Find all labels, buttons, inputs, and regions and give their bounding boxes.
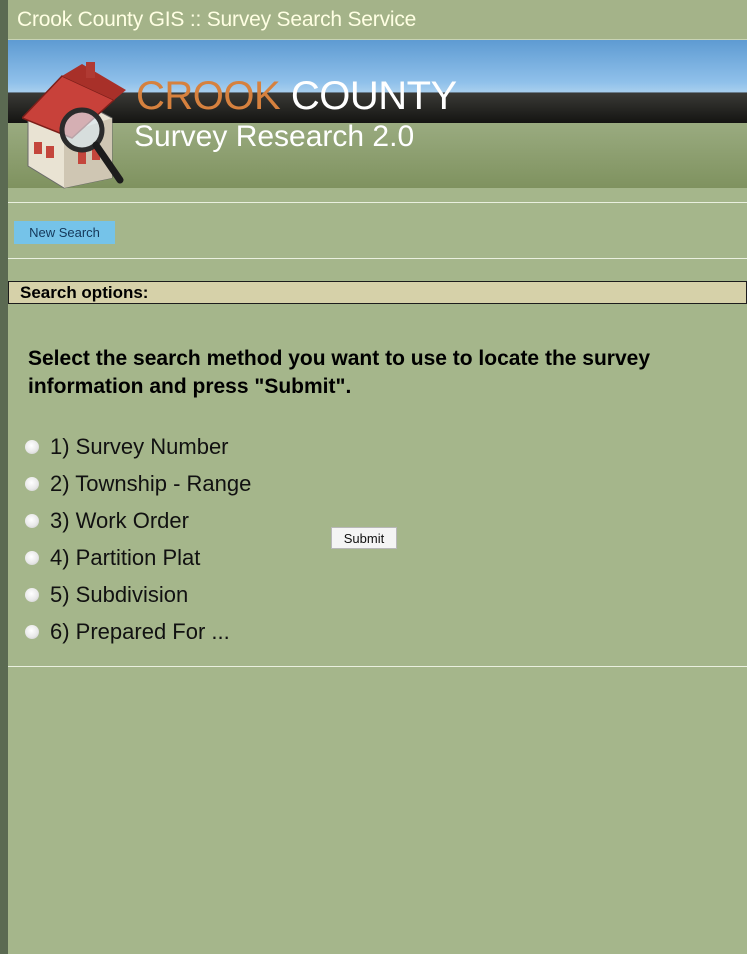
radio-button[interactable] xyxy=(25,439,39,454)
radio-button[interactable] xyxy=(25,587,39,602)
radio-button[interactable] xyxy=(25,624,39,639)
option-label: 4) Partition Plat xyxy=(50,544,201,570)
banner: CROOK COUNTY Survey Research 2.0 xyxy=(8,40,747,189)
title-bar: Crook County GIS :: Survey Search Servic… xyxy=(8,0,747,40)
brand-name: CROOK COUNTY xyxy=(136,76,457,116)
brand-name-crook: CROOK xyxy=(136,74,281,118)
option-label: 2) Township - Range xyxy=(50,470,252,496)
brand-subtitle: Survey Research 2.0 xyxy=(134,120,415,153)
search-options-header: Search options: xyxy=(8,281,747,304)
search-method-options: 1) Survey Number 2) Township - Range 3) … xyxy=(25,428,251,650)
option-prepared-for[interactable]: 6) Prepared For ... xyxy=(25,613,251,650)
divider-top xyxy=(8,202,747,203)
radio-button[interactable] xyxy=(25,476,39,491)
option-township-range[interactable]: 2) Township - Range xyxy=(25,465,251,502)
option-survey-number[interactable]: 1) Survey Number xyxy=(25,428,251,465)
option-label: 5) Subdivision xyxy=(50,581,189,607)
page-panel: Crook County GIS :: Survey Search Servic… xyxy=(8,0,747,954)
search-options-title: Search options: xyxy=(20,282,149,302)
house-with-magnifier-icon xyxy=(22,62,126,189)
option-label: 3) Work Order xyxy=(50,507,189,533)
divider-bottom xyxy=(8,666,747,667)
radio-button[interactable] xyxy=(25,550,39,565)
option-label: 6) Prepared For ... xyxy=(50,618,230,644)
option-partition-plat[interactable]: 4) Partition Plat xyxy=(25,539,251,576)
page-title: Crook County GIS :: Survey Search Servic… xyxy=(17,7,417,31)
option-work-order[interactable]: 3) Work Order xyxy=(25,502,251,539)
new-search-button[interactable]: New Search xyxy=(14,221,115,244)
submit-button[interactable]: Submit xyxy=(331,527,397,549)
option-label: 1) Survey Number xyxy=(50,433,229,459)
brand-name-county: COUNTY xyxy=(290,74,457,118)
divider-toolbar xyxy=(8,258,747,259)
search-instructions: Select the search method you want to use… xyxy=(28,347,651,398)
radio-button[interactable] xyxy=(25,513,39,528)
option-subdivision[interactable]: 5) Subdivision xyxy=(25,576,251,613)
